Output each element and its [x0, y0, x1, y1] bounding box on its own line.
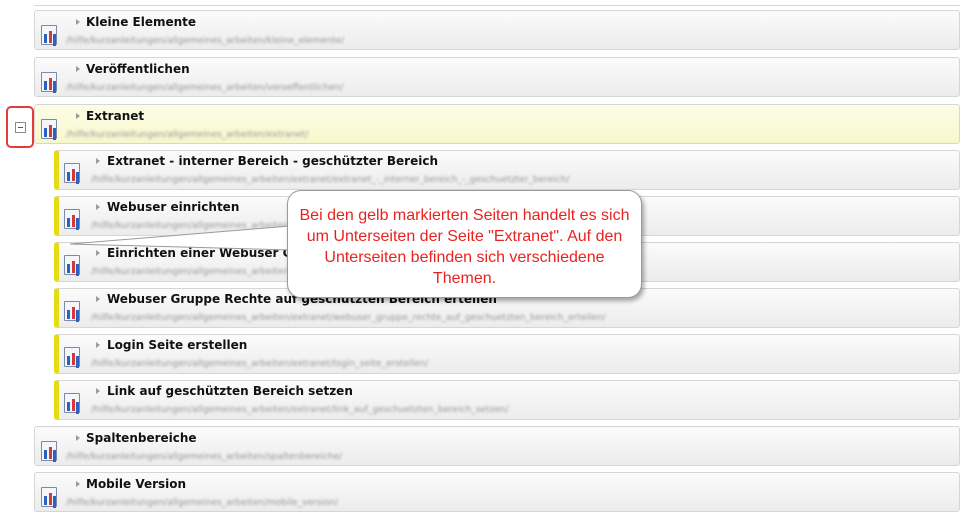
expand-triangle-icon[interactable]	[96, 204, 100, 210]
page-icon[interactable]	[41, 441, 57, 461]
expand-triangle-icon[interactable]	[96, 158, 100, 164]
subpage-row-extranet-interner-bereich[interactable]: Extranet - interner Bereich - geschützte…	[54, 150, 960, 190]
page-icon[interactable]	[64, 255, 80, 275]
page-path: /hilfe/kurzanleitungen/allgemeines_arbei…	[66, 498, 339, 508]
expand-triangle-icon[interactable]	[76, 481, 80, 487]
page-title[interactable]: Spaltenbereiche	[86, 431, 197, 445]
page-path: /hilfe/kurzanleitungen/allgemeines_arbei…	[66, 83, 344, 93]
page-row-spaltenbereiche[interactable]: Spaltenbereiche /hilfe/kurzanleitungen/a…	[34, 426, 960, 466]
annotation-callout: Bei den gelb markierten Seiten handelt e…	[287, 190, 642, 298]
page-path: /hilfe/kurzanleitungen/allgemeines_arbei…	[66, 452, 343, 462]
page-icon[interactable]	[64, 163, 80, 183]
page-icon[interactable]	[41, 72, 57, 92]
annotation-callout-text: Bei den gelb markierten Seiten handelt e…	[299, 207, 630, 287]
subpage-row-login-seite-erstellen[interactable]: Login Seite erstellen /hilfe/kurzanleitu…	[54, 334, 960, 374]
page-title[interactable]: Link auf geschützten Bereich setzen	[107, 384, 353, 398]
page-row-mobile-version[interactable]: Mobile Version /hilfe/kurzanleitungen/al…	[34, 472, 960, 512]
page-path: /hilfe/kurzanleitungen/allgemeines_arbei…	[91, 359, 429, 369]
page-path: /hilfe/kurzanleitungen/allgemeines_arbei…	[66, 130, 309, 140]
subpage-row-link-auf-geschuetzten-bereich[interactable]: Link auf geschützten Bereich setzen /hil…	[54, 380, 960, 420]
page-title[interactable]: Kleine Elemente	[86, 15, 196, 29]
page-icon[interactable]	[41, 487, 57, 507]
expand-triangle-icon[interactable]	[76, 66, 80, 72]
page-title[interactable]: Veröffentlichen	[86, 62, 190, 76]
page-title[interactable]: Webuser einrichten	[107, 200, 239, 214]
page-path: /hilfe/kurzanleitungen/allgemeines_arbei…	[66, 36, 345, 46]
page-title[interactable]: Login Seite erstellen	[107, 338, 247, 352]
page-title[interactable]: Extranet	[86, 109, 144, 123]
expand-triangle-icon[interactable]	[76, 113, 80, 119]
page-row-veroeffentlichen[interactable]: Veröffentlichen /hilfe/kurzanleitungen/a…	[34, 57, 960, 97]
page-path: /hilfe/kurzanleitungen/allgemeines_arbei…	[91, 405, 509, 415]
page-row-extranet[interactable]: Extranet /hilfe/kurzanleitungen/allgemei…	[34, 104, 960, 144]
page-title[interactable]: Extranet - interner Bereich - geschützte…	[107, 154, 438, 168]
page-path: /hilfe/kurzanleitungen/allgemeines_arbei…	[91, 313, 606, 323]
expand-triangle-icon[interactable]	[76, 435, 80, 441]
page-title[interactable]: Mobile Version	[86, 477, 186, 491]
callout-pointer	[70, 225, 290, 251]
page-icon[interactable]	[64, 301, 80, 321]
page-icon[interactable]	[41, 25, 57, 45]
expand-triangle-icon[interactable]	[76, 19, 80, 25]
page-path: /hilfe/kurzanleitungen/allgemeines_arbei…	[91, 175, 570, 185]
page-icon[interactable]	[64, 347, 80, 367]
expand-triangle-icon[interactable]	[96, 388, 100, 394]
expand-triangle-icon[interactable]	[96, 342, 100, 348]
page-icon[interactable]	[41, 119, 57, 139]
collapse-minus-icon[interactable]	[15, 122, 26, 133]
expand-triangle-icon[interactable]	[96, 296, 100, 302]
top-divider	[34, 0, 960, 6]
page-row-kleine-elemente[interactable]: Kleine Elemente /hilfe/kurzanleitungen/a…	[34, 10, 960, 50]
page-icon[interactable]	[64, 393, 80, 413]
collapse-highlight-frame	[6, 106, 34, 148]
